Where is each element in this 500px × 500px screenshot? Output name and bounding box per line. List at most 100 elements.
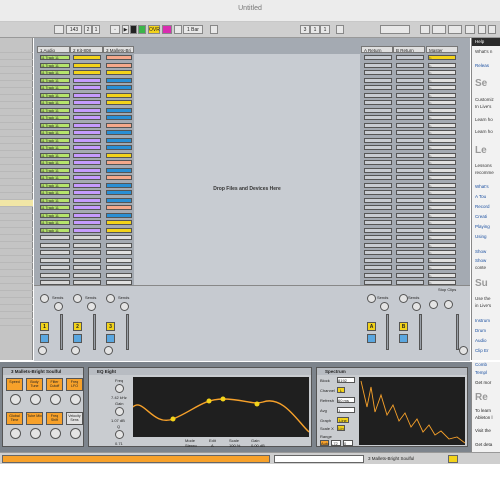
clip-slot-track-3[interactable]	[106, 190, 132, 195]
clip-slot-track-2[interactable]	[73, 182, 101, 188]
scene-launch-button[interactable]: ▷	[428, 145, 456, 150]
browser-item[interactable]	[0, 179, 33, 186]
clip-slot-track-1[interactable]: 11 Track 11	[40, 175, 70, 180]
status-field[interactable]	[274, 455, 364, 463]
return-activator-b[interactable]: B	[399, 322, 408, 331]
help-lesson-link-6[interactable]: Using	[475, 234, 487, 239]
clip-slot-track-2[interactable]	[73, 62, 101, 68]
track-header-1[interactable]: 1 Audio	[37, 46, 70, 53]
scene-launch-button[interactable]: ▷	[428, 250, 456, 255]
clip-slot-track-3[interactable]	[106, 265, 132, 270]
browser-item[interactable]	[0, 291, 33, 298]
clip-slot-track-1[interactable]: 11 Track 11	[40, 145, 70, 150]
clip-slot-track-2[interactable]	[73, 130, 101, 135]
clip-slot-track-3[interactable]	[106, 205, 132, 210]
browser-item[interactable]	[0, 312, 33, 319]
clip-slot-track-3[interactable]	[106, 257, 132, 263]
clip-slot-track-1[interactable]	[40, 272, 70, 278]
clip-slot-track-2[interactable]	[73, 107, 101, 113]
track-activator-1[interactable]: 1	[40, 322, 49, 331]
clip-slot-track-1[interactable]: 11 Track 11	[40, 62, 70, 68]
browser-item[interactable]	[0, 235, 33, 242]
help-link-release[interactable]: Releas	[475, 63, 489, 68]
clip-slot-track-2[interactable]	[73, 265, 101, 270]
clip-slot-track-1[interactable]: 11 Track 11	[40, 70, 70, 75]
browser-item[interactable]	[0, 109, 33, 116]
help-lesson-link-3[interactable]: Record	[475, 204, 490, 209]
scene-launch-button[interactable]: ▷	[428, 227, 456, 233]
browser-item[interactable]	[0, 67, 33, 74]
position-bars[interactable]: 3	[300, 25, 310, 34]
browser-item[interactable]	[0, 137, 33, 144]
track-header-2[interactable]: 2 Kit-808	[70, 46, 103, 53]
clip-slot-track-1[interactable]: 11 Track 11	[40, 220, 70, 225]
clip-slot-track-3[interactable]	[106, 55, 132, 60]
spectrum-range-high[interactable]: 0	[343, 440, 353, 446]
scene-launch-button[interactable]: ▷	[428, 197, 456, 203]
clip-slot-track-3[interactable]	[106, 167, 132, 173]
draw-mode-button[interactable]	[420, 25, 430, 34]
browser-item[interactable]	[0, 172, 33, 179]
clip-slot-track-2[interactable]	[73, 137, 101, 143]
spectrum-scalex-value[interactable]: Lin	[337, 425, 345, 431]
browser-item[interactable]	[0, 186, 33, 193]
track-header-3[interactable]: 3 Mallets-Bri	[103, 46, 134, 53]
clip-slot-track-3[interactable]	[106, 212, 132, 218]
instrument-rack[interactable]: 3 Mallets-Bright Soulful Speed Body Tune…	[2, 367, 84, 447]
browser-item[interactable]	[0, 151, 33, 158]
clip-slot-track-3[interactable]	[106, 220, 132, 225]
scene-launch-button[interactable]: ▷	[428, 175, 456, 180]
clip-slot-track-2[interactable]	[73, 55, 101, 60]
clip-slot-track-1[interactable]: 11 Track 11	[40, 85, 70, 90]
clip-slot-track-3[interactable]	[106, 92, 132, 98]
macro-knob-7[interactable]	[50, 428, 61, 439]
scene-launch-button[interactable]: ▷	[428, 100, 456, 105]
clip-slot-track-1[interactable]: 11 Track 11	[40, 100, 70, 105]
clip-slot-track-3[interactable]	[106, 145, 132, 150]
send-b-knob-1[interactable]	[54, 302, 63, 311]
browser-item[interactable]	[0, 158, 33, 165]
clip-slot-track-1[interactable]: 11 Track 11	[40, 227, 70, 233]
macro-knob-1[interactable]	[10, 394, 21, 405]
return-header-a[interactable]: A Return	[361, 46, 393, 53]
clip-slot-track-3[interactable]	[106, 197, 132, 203]
scene-launch-button[interactable]: ▷	[428, 220, 456, 225]
arm-button-1[interactable]	[38, 346, 47, 355]
clip-slot-track-3[interactable]	[106, 77, 132, 83]
play-button[interactable]: ▶	[122, 25, 129, 34]
clip-slot-track-1[interactable]: 11 Track 11	[40, 190, 70, 195]
browser-item[interactable]	[0, 228, 33, 235]
spectrum-range-low[interactable]: -72	[331, 440, 341, 446]
send-a-knob-return-b[interactable]	[399, 294, 408, 303]
scene-launch-button[interactable]: ▷	[428, 92, 456, 98]
macro-knob-2[interactable]	[30, 394, 41, 405]
clip-slot-track-1[interactable]	[40, 250, 70, 255]
scene-launch-button[interactable]: ▷	[428, 190, 456, 195]
clip-slot-track-3[interactable]	[106, 62, 132, 68]
loop-switch[interactable]	[174, 25, 182, 34]
spectrum-device[interactable]: Spectrum Block 8192 Channel L Refresh 60…	[316, 367, 468, 447]
clip-slot-track-1[interactable]: 11 Track 11	[40, 182, 70, 188]
solo-button-3[interactable]	[106, 334, 115, 343]
clip-slot-track-1[interactable]: 11 Track 11	[40, 137, 70, 143]
macro-knob-3[interactable]	[50, 394, 61, 405]
clip-slot-track-2[interactable]	[73, 167, 101, 173]
spectrum-avg-value[interactable]: 1	[337, 407, 355, 413]
time-signature-numerator[interactable]: 2	[84, 25, 92, 34]
clip-slot-track-3[interactable]	[106, 182, 132, 188]
clip-slot-track-1[interactable]: 11 Track 11	[40, 115, 70, 120]
browser-item[interactable]	[0, 242, 33, 249]
track-activator-3[interactable]: 3	[106, 322, 115, 331]
overdub-button[interactable]: OVR	[148, 25, 160, 34]
scene-launch-button[interactable]: ▷	[428, 257, 456, 263]
stop-clips-button[interactable]: Stop Clips	[438, 287, 456, 292]
clip-slot-track-3[interactable]	[106, 242, 132, 248]
clip-slot-track-1[interactable]	[40, 242, 70, 248]
eq-edit-value[interactable]: A	[211, 443, 214, 448]
clip-slot-track-3[interactable]	[106, 137, 132, 143]
send-b-knob-2[interactable]	[87, 302, 96, 311]
clip-slot-track-3[interactable]	[106, 107, 132, 113]
browser-item[interactable]	[0, 305, 33, 312]
eq-scale-value[interactable]: 100 %	[229, 443, 240, 448]
automation-arm-button[interactable]	[162, 25, 172, 34]
